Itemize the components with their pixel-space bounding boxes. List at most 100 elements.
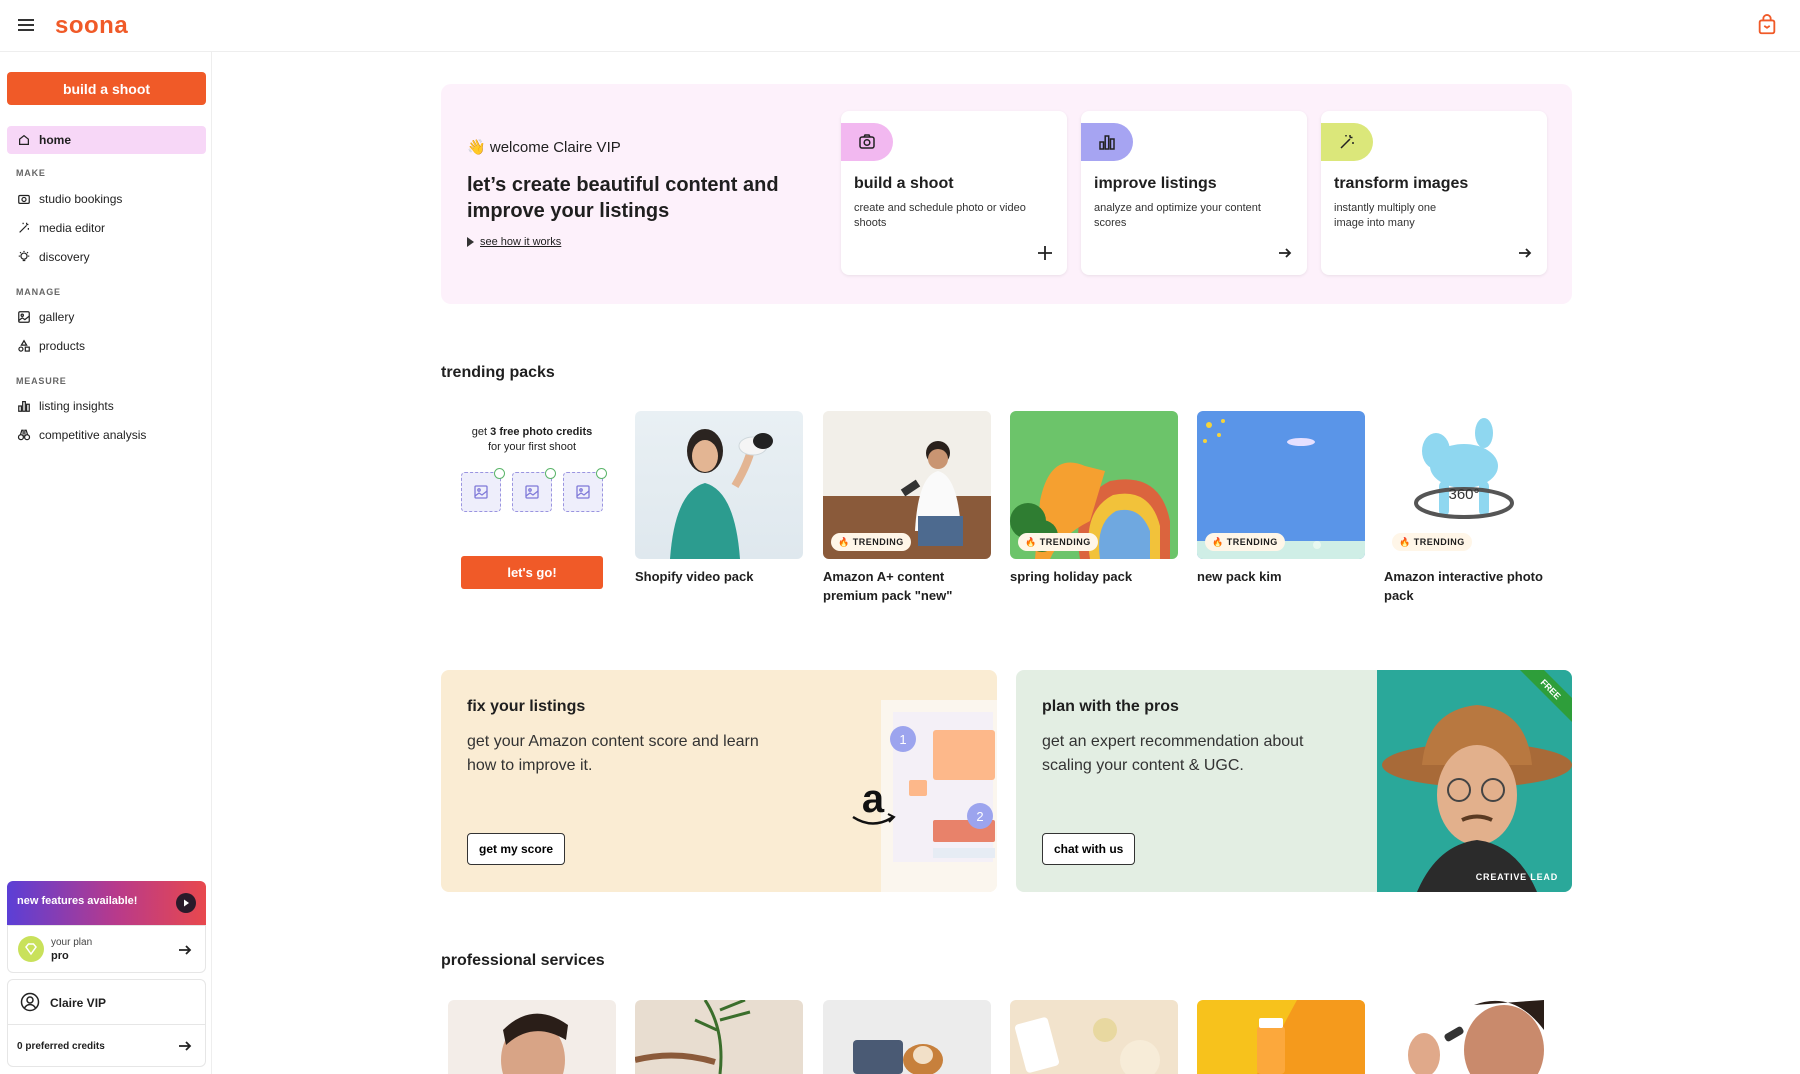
- camera-icon: [18, 194, 30, 204]
- sidebar-item-studio-bookings[interactable]: studio bookings: [17, 189, 122, 209]
- user-card: Claire VIP 0 preferred credits: [7, 979, 206, 1067]
- step-2: 2: [976, 809, 983, 824]
- sidebar: build a shoot home MAKE studio bookings …: [0, 52, 212, 1074]
- user-name: Claire VIP: [50, 996, 107, 1010]
- service-image: [635, 1000, 751, 1074]
- gallery-icon: [18, 311, 30, 323]
- service-card[interactable]: [1384, 1000, 1552, 1074]
- promo-text-suffix: for your first shoot: [487, 441, 577, 453]
- section-measure: MEASURE: [16, 376, 67, 386]
- menu-icon[interactable]: [16, 16, 36, 36]
- section-manage: MANAGE: [16, 287, 61, 297]
- play-icon[interactable]: [176, 893, 196, 913]
- section-make: MAKE: [16, 168, 46, 178]
- free-ribbon: FREE: [1520, 670, 1572, 722]
- service-image: [853, 1040, 943, 1074]
- shapes-icon: [18, 339, 30, 352]
- arrow-right-icon: [1279, 248, 1292, 258]
- card-description: create and schedule photo or video shoot…: [854, 202, 1026, 229]
- sidebar-item-media-editor[interactable]: media editor: [17, 218, 105, 238]
- trending-badge: 🔥 TRENDING: [831, 533, 911, 551]
- pack-card[interactable]: 🔥 TRENDING Amazon A+ content premium pack…: [823, 411, 991, 605]
- card-title: improve listings: [1094, 175, 1217, 192]
- sidebar-item-listing-insights[interactable]: listing insights: [17, 396, 114, 416]
- improve-listings-card[interactable]: improve listings analyze and optimize yo…: [1081, 111, 1307, 275]
- pack-name: Amazon A+ content premium pack "new": [823, 569, 953, 603]
- plus-icon: [1038, 246, 1052, 260]
- service-image: [1015, 1017, 1160, 1074]
- hero-title: let’s create beautiful content and impro…: [467, 174, 779, 222]
- get-my-score-button[interactable]: get my score: [467, 833, 566, 865]
- top-bar: soona: [0, 0, 1800, 52]
- build-shoot-button[interactable]: build a shoot: [7, 72, 206, 105]
- banner-text: get your Amazon content score and learn …: [467, 733, 759, 774]
- promo-text: get 3 free photo credits for your first …: [461, 425, 603, 455]
- trending-badge: 🔥 TRENDING: [1392, 533, 1472, 551]
- new-features-banner[interactable]: new features available!: [7, 881, 206, 926]
- flame-icon: 🔥: [1212, 536, 1224, 547]
- plan-card[interactable]: your plan pro: [7, 925, 206, 973]
- sidebar-item-label: home: [39, 133, 72, 147]
- image-placeholder-icon: [512, 468, 556, 512]
- badge-label: TRENDING: [852, 537, 904, 547]
- pack-image: 🔥 TRENDING: [823, 411, 991, 559]
- sidebar-item-home[interactable]: home: [7, 126, 206, 154]
- sidebar-item-discovery[interactable]: discovery: [17, 247, 90, 267]
- pack-image: 🔥 TRENDING: [1010, 411, 1178, 559]
- bar-chart-icon: [18, 401, 30, 412]
- arrow-right-icon: [179, 1041, 192, 1051]
- service-card[interactable]: [635, 1000, 803, 1074]
- new-features-label: new features available!: [17, 895, 138, 907]
- pack-card[interactable]: 🔥 TRENDING new pack kim: [1197, 411, 1365, 586]
- build-shoot-card[interactable]: build a shoot create and schedule photo …: [841, 111, 1067, 275]
- service-card[interactable]: [448, 1000, 616, 1074]
- home-icon: [19, 134, 29, 145]
- logo[interactable]: soona: [55, 12, 128, 40]
- rotation-overlay: 360°: [1448, 486, 1479, 503]
- sidebar-item-label: studio bookings: [39, 192, 123, 206]
- sidebar-item-gallery[interactable]: gallery: [17, 307, 74, 327]
- sidebar-item-label: competitive analysis: [39, 428, 147, 442]
- plan-with-pros-banner: plan with the pros get an expert recomme…: [1016, 670, 1572, 892]
- diamond-icon: [18, 936, 44, 962]
- service-card[interactable]: [1197, 1000, 1365, 1074]
- promo-text-prefix: get: [471, 426, 491, 438]
- banner-title: fix your listings: [467, 698, 586, 715]
- sidebar-item-label: products: [39, 339, 86, 353]
- lets-go-button[interactable]: let's go!: [461, 556, 603, 589]
- user-avatar-icon: [20, 992, 40, 1012]
- arrow-right-icon: [179, 945, 192, 955]
- pack-image: 360° 🔥 TRENDING: [1384, 411, 1552, 559]
- pack-card[interactable]: Shopify video pack: [635, 411, 803, 586]
- sidebar-item-competitive-analysis[interactable]: competitive analysis: [17, 425, 146, 445]
- card-description: analyze and optimize your content scores: [1094, 202, 1261, 229]
- pack-name: Shopify video pack: [635, 569, 754, 584]
- flame-icon: 🔥: [838, 536, 850, 547]
- service-card[interactable]: [823, 1000, 991, 1074]
- sidebar-item-products[interactable]: products: [17, 336, 85, 356]
- chat-with-us-button[interactable]: chat with us: [1042, 833, 1136, 865]
- pack-name: spring holiday pack: [1010, 569, 1133, 584]
- plan-name: pro: [51, 950, 69, 962]
- trending-badge: 🔥 TRENDING: [1205, 533, 1285, 551]
- badge-label: TRENDING: [1039, 537, 1091, 547]
- arrow-right-icon: [1519, 248, 1532, 258]
- plan-label: your plan: [51, 937, 93, 948]
- welcome-greeting: 👋 welcome Claire VIP: [467, 138, 621, 156]
- pack-card[interactable]: 360° 🔥 TRENDING Amazon interactive photo …: [1384, 411, 1552, 605]
- banner-text: get an expert recommendation about scali…: [1042, 733, 1304, 774]
- camera-icon: [841, 123, 893, 161]
- shopping-bag-icon[interactable]: [1756, 14, 1778, 36]
- see-how-it-works-link[interactable]: see how it works: [467, 236, 561, 248]
- transform-images-card[interactable]: transform images instantly multiply one …: [1321, 111, 1547, 275]
- pack-card[interactable]: 🔥 TRENDING spring holiday pack: [1010, 411, 1178, 586]
- magic-wand-icon: [1321, 123, 1373, 161]
- fix-listings-banner: fix your listings get your Amazon conten…: [441, 670, 997, 892]
- flame-icon: 🔥: [1025, 536, 1037, 547]
- service-card[interactable]: [1010, 1000, 1178, 1074]
- pack-name: Amazon interactive photo pack: [1384, 569, 1543, 603]
- user-account-row[interactable]: Claire VIP: [8, 980, 205, 1025]
- credits-row[interactable]: 0 preferred credits: [8, 1025, 205, 1067]
- service-image: [1257, 1000, 1365, 1074]
- preferred-credits: 0 preferred credits: [17, 1041, 105, 1052]
